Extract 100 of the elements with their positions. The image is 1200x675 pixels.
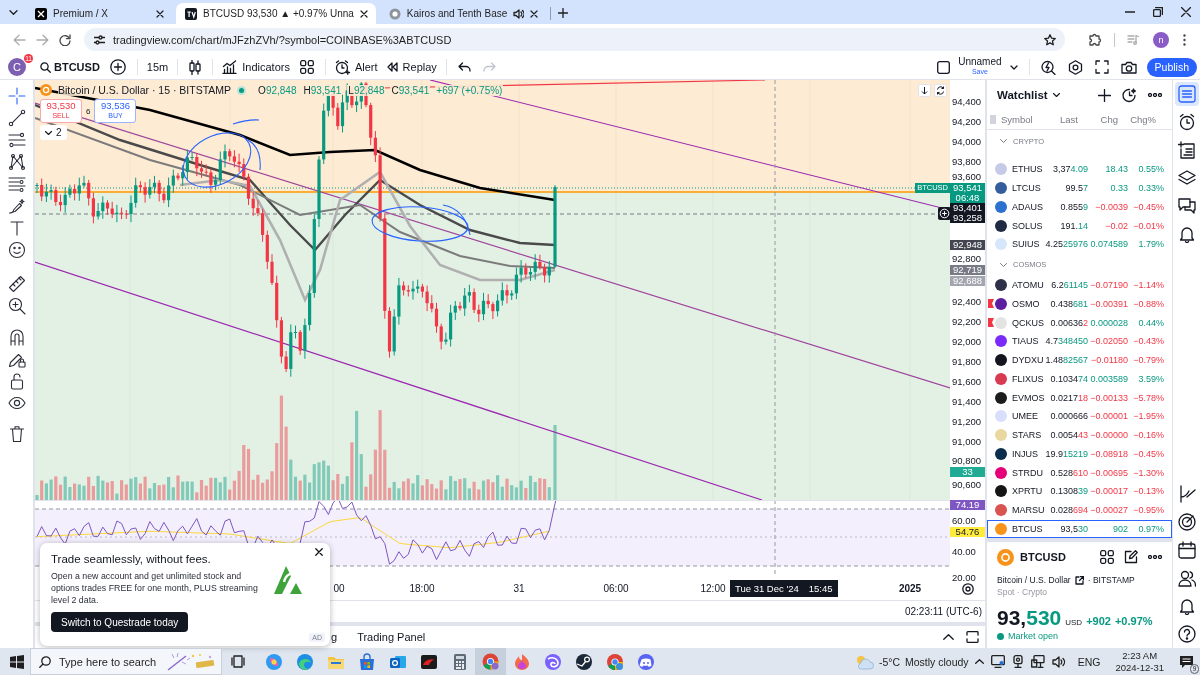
wave-icon[interactable] [295,652,314,671]
browser-icon[interactable] [605,652,624,671]
browser-icon[interactable] [475,648,506,675]
camera-icon[interactable] [1120,60,1137,74]
square-icon[interactable] [937,60,951,74]
panel-tab[interactable]: g [331,631,338,643]
interval-button[interactable]: 15m [142,57,173,77]
swirl-icon[interactable] [543,652,562,671]
address-field[interactable]: tradingview.com/chart/mJFzhZVh/?symbol=COINBASE%3ABTCUSD [84,28,1065,51]
magnet-icon[interactable] [7,328,26,346]
watchlist-row[interactable]: UMEE 0.000666 −0.00001 −1.95% [987,407,1172,426]
watchlist-row[interactable]: BTCUS 93,530 902 0.97% [987,519,1172,539]
forecast-lines-icon[interactable] [7,175,26,193]
lightning-search-icon[interactable] [1040,59,1056,75]
calendar-icon[interactable] [1177,541,1196,559]
chat-icon[interactable] [1177,197,1196,215]
chevron-up-icon[interactable] [943,634,954,640]
notification-icon[interactable] [1179,654,1194,669]
layout-grid-icon[interactable] [299,60,314,74]
close-icon[interactable] [156,9,164,18]
candles-icon[interactable] [189,59,202,75]
alarm-clock-icon[interactable] [1177,113,1196,131]
people-icon[interactable] [1177,569,1196,587]
shopping-bag-icon[interactable] [357,652,376,671]
speaker-icon[interactable] [1051,655,1066,668]
caret-icon[interactable] [1052,93,1060,97]
add-symbol-icon[interactable] [109,59,126,75]
watchlist-row[interactable]: STRDU 0.528610 −0.00695 −1.30% [987,463,1172,482]
disc-icon[interactable] [574,652,593,671]
grid-icon[interactable] [1100,550,1114,565]
language-indicator[interactable]: ENG [1077,655,1101,668]
watchlist-row[interactable]: SUIUS 4.2525976 0.074589 1.79% [987,235,1172,254]
eye-icon[interactable] [7,394,26,412]
close-icon[interactable] [530,9,539,18]
watchlist-row[interactable]: OSMO 0.438681 −0.00391 −0.88% [987,294,1172,314]
clock-date[interactable]: 2024-12-31 [1115,661,1164,674]
watchlist-row[interactable]: DYDXU 1.4882567 −0.01180 −0.79% [987,350,1172,370]
column-header[interactable]: Symbol [998,114,1042,125]
task-view-icon[interactable] [231,655,245,668]
tune-icon[interactable] [94,34,105,45]
watchlist-title[interactable]: Watchlist [997,89,1048,101]
horizontal-lines-icon[interactable] [7,131,26,149]
watchlist-row[interactable]: ATOMU 6.261145 −0.07190 −1.14% [987,275,1172,295]
watchlist-row[interactable]: STARS 0.005443 −0.00000 −0.16% [987,425,1172,445]
clock-sparkle-icon[interactable] [1122,87,1137,103]
ad-cta-button[interactable]: Switch to Questrade today [51,612,189,632]
panel-tab[interactable]: Trading Panel [357,631,426,643]
column-header[interactable]: Chg [1078,114,1118,125]
bell-icon[interactable] [1177,225,1196,243]
browser-tab[interactable]: BTCUSD 93,530 ▲ +0.97% Unna [176,3,376,24]
app-tile-icon[interactable] [419,652,438,671]
restore-icon[interactable] [1153,7,1163,17]
watchlist-row[interactable]: SOLUS 191.14 −0.02 −0.01% [987,216,1172,235]
watchlist-row[interactable]: ADAUS 0.8559 −0.0039 −0.45% [987,197,1172,217]
plus-icon[interactable] [1098,88,1111,102]
external-link-icon[interactable] [1074,575,1084,585]
replay-button[interactable]: Replay [381,57,441,77]
layers-icon[interactable] [1177,169,1196,187]
layout-name[interactable]: Unnamed [958,57,1002,67]
controller-icon[interactable] [636,652,655,671]
watchlist-row[interactable]: QCKUS 0.006362 0.000028 0.44% [987,313,1172,332]
watchlist-row[interactable]: MARSU 0.028694 −0.00027 −0.95% [987,500,1172,520]
profile-avatar[interactable]: n [1153,31,1169,48]
symbol-name-link[interactable]: Bitcoin / U.S. Dollar [997,575,1071,586]
speaker-icon[interactable] [513,8,525,19]
trend-chart-icon[interactable] [1177,485,1196,503]
symbol-search-button[interactable]: BTCUSD [36,57,104,77]
undo-icon[interactable] [457,62,471,72]
watchlist-row[interactable]: XPRTU 0.130839 −0.00017 −0.13% [987,482,1172,501]
publish-button[interactable]: Publish [1146,57,1197,77]
target-icon[interactable] [1177,513,1196,531]
edit-icon[interactable] [1124,550,1138,565]
settings-icon[interactable] [1067,59,1083,75]
caret-icon[interactable] [1009,64,1018,70]
reload-icon[interactable] [59,33,71,46]
bell-icon[interactable] [1177,597,1196,615]
watchlist-icon[interactable] [1174,82,1199,106]
watchlist-row[interactable]: TIAUS 4.7348450 −0.02050 −0.43% [987,332,1172,351]
ruler-icon[interactable] [7,275,26,293]
flame-icon[interactable] [512,652,531,671]
trend-line-icon[interactable] [7,109,26,127]
add-note-icon[interactable] [1177,141,1196,159]
fullscreen-icon[interactable] [1094,60,1109,74]
smiley-icon[interactable] [7,241,26,259]
webcam-icon[interactable] [1011,655,1024,668]
chart-clock[interactable]: 02:23:11 (UTC-6) [904,606,982,617]
network-icon[interactable] [1030,655,1045,668]
more-icon[interactable] [1148,93,1162,97]
star-icon[interactable] [1044,33,1056,46]
start-icon[interactable] [10,654,24,669]
tab-search-caret-icon[interactable] [9,10,18,15]
close-icon[interactable] [359,9,368,18]
watchlist-row[interactable]: INJUS 19.915219 −0.08918 −0.45% [987,444,1172,464]
new-tab-icon[interactable] [558,8,569,18]
watchlist-row[interactable]: LTCUS 99.57 0.33 0.33% [987,178,1172,198]
indicators-button[interactable]: Indicators [218,57,294,77]
alert-button[interactable]: Alert [330,57,382,77]
display-icon[interactable] [990,655,1005,668]
settings-icon[interactable] [962,583,974,595]
more-icon[interactable] [1148,555,1162,560]
